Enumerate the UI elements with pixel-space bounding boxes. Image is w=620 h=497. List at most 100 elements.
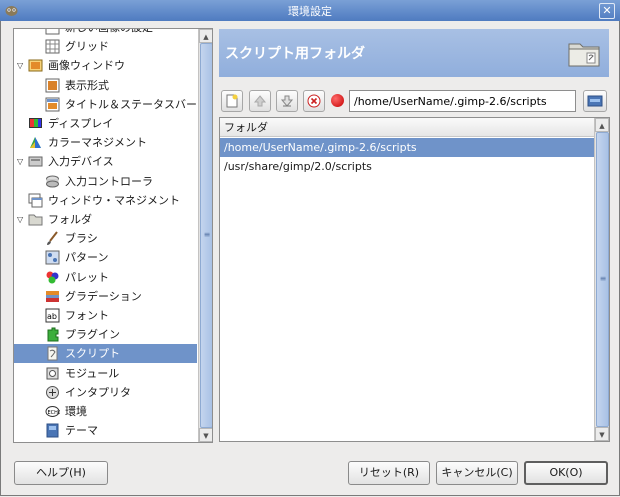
- open-folder-icon: [587, 95, 603, 107]
- tree-item-label: フォント: [65, 309, 109, 322]
- scripts-folder-icon: [568, 43, 600, 67]
- tree-item-input-controllers[interactable]: 入力コントローラ: [14, 172, 197, 191]
- tree-item-label: カラーマネジメント: [48, 136, 147, 150]
- tree-scrollbar-thumb[interactable]: ≡: [200, 43, 212, 428]
- cancel-button[interactable]: キャンセル(C): [436, 461, 518, 485]
- scroll-down-icon[interactable]: ▼: [595, 427, 609, 441]
- font-icon: ab: [45, 308, 60, 323]
- tree-item-label: ディスプレイ: [48, 117, 114, 130]
- tree-item-grid[interactable]: グリッド: [14, 37, 197, 56]
- tree-item-label: グリッド: [65, 40, 109, 54]
- close-window-button[interactable]: ✕: [599, 3, 615, 19]
- browse-folder-button[interactable]: [583, 90, 607, 112]
- tree-item-pattern[interactable]: パターン: [14, 248, 197, 267]
- tree-item-interpreter[interactable]: インタプリタ: [14, 383, 197, 402]
- tree-item-color-management[interactable]: カラーマネジメント: [14, 133, 197, 152]
- script-icon: [47, 346, 58, 361]
- folder-list-row[interactable]: /usr/share/gimp/2.0/scripts: [220, 157, 594, 176]
- expander-icon[interactable]: ▽: [17, 56, 27, 75]
- tree-item-brush[interactable]: ブラシ: [14, 229, 197, 248]
- scroll-up-icon[interactable]: ▲: [199, 29, 212, 43]
- scroll-grip-icon: ≡: [203, 229, 211, 239]
- display-icon: [29, 118, 42, 128]
- tree-item-image-template[interactable]: 新しい画像の設定: [14, 29, 197, 37]
- tree-item-image-window[interactable]: ▽ 画像ウィンドウ: [14, 56, 197, 75]
- new-document-icon: [226, 94, 238, 108]
- pattern-icon: [45, 250, 60, 265]
- expander-icon[interactable]: ▽: [17, 210, 27, 229]
- gradient-icon: [46, 290, 59, 302]
- tree-scrollbar[interactable]: ▲ ≡ ▼: [198, 29, 212, 442]
- tree-item-label: 環境: [65, 405, 87, 418]
- list-scrollbar[interactable]: ▲ ≡ ▼: [594, 118, 609, 441]
- tree-item-gradient[interactable]: グラデーション: [14, 287, 197, 306]
- brush-icon: [47, 231, 58, 246]
- input-devices-icon: [28, 156, 43, 167]
- tree-item-folders[interactable]: ▽ フォルダ: [14, 210, 197, 229]
- appearance-icon: [45, 78, 60, 93]
- folder-list-row[interactable]: /home/UserName/.gimp-2.6/scripts: [220, 138, 594, 157]
- tree-item-theme[interactable]: テーマ: [14, 421, 197, 440]
- tree-item-label: 画像ウィンドウ: [48, 59, 125, 73]
- scroll-up-icon[interactable]: ▲: [595, 118, 609, 132]
- tree-item-label: ウィンドウ・マネジメント: [48, 193, 180, 207]
- tree-item-label: グラデーション: [65, 289, 142, 303]
- tree-item-module[interactable]: モジュール: [14, 364, 197, 383]
- tree-item-label: 入力デバイス: [48, 155, 114, 169]
- tree-item-label: タイトル＆ステータスバー: [65, 97, 197, 111]
- move-down-button[interactable]: [276, 90, 298, 112]
- column-header-folder[interactable]: フォルダ: [220, 118, 594, 137]
- reset-button[interactable]: リセット(R): [348, 461, 430, 485]
- tree-item-label: インタプリタ: [65, 385, 131, 399]
- input-controllers-icon: [46, 175, 59, 188]
- environment-icon: ECHO: [45, 406, 60, 417]
- new-folder-button[interactable]: [221, 90, 243, 112]
- tree-item-appearance[interactable]: 表示形式: [14, 76, 197, 95]
- tree-item-label: プラグイン: [65, 328, 120, 342]
- arrow-down-icon: [280, 95, 294, 107]
- expander-icon[interactable]: ▽: [17, 152, 27, 171]
- folder-list: フォルダ /home/UserName/.gimp-2.6/scripts/us…: [219, 117, 610, 442]
- tree-item-label: モジュール: [65, 366, 120, 380]
- ok-button[interactable]: OK(O): [524, 461, 608, 485]
- tree-item-label: ブラシ: [65, 232, 98, 246]
- tree-item-palette[interactable]: パレット: [14, 268, 197, 287]
- tree-item-input-devices[interactable]: ▽ 入力デバイス: [14, 152, 197, 171]
- svg-text:ab: ab: [47, 312, 57, 321]
- tree-item-label: フォルダ: [48, 213, 92, 226]
- tree-item-display[interactable]: ディスプレイ: [14, 114, 197, 133]
- tree-item-window-management[interactable]: ウィンドウ・マネジメント: [14, 191, 197, 210]
- category-tree-list: 新しい画像の設定グリッド ▽ 画像ウィンドウ表示形式タイトル＆ステータスバーディスプ…: [14, 29, 197, 442]
- tree-item-title-status[interactable]: タイトル＆ステータスバー: [14, 95, 197, 114]
- grid-icon: [45, 39, 60, 54]
- tree-item-label: 表示形式: [65, 78, 109, 92]
- tree-item-label: 入力コントローラ: [65, 174, 153, 188]
- tree-item-label: パターン: [65, 251, 109, 265]
- scroll-grip-icon: ≡: [599, 273, 607, 283]
- color-management-icon: [30, 137, 41, 149]
- scroll-down-icon[interactable]: ▼: [199, 428, 212, 442]
- tree-item-label: テーマ: [65, 424, 98, 438]
- close-icon: ✕: [602, 4, 612, 17]
- arrow-up-icon: [253, 95, 267, 107]
- delete-icon: [307, 94, 321, 108]
- tree-item-script[interactable]: スクリプト: [14, 344, 197, 364]
- page-header: スクリプト用フォルダ: [219, 29, 609, 77]
- window-management-icon: [28, 193, 43, 208]
- folder-path-input[interactable]: [349, 90, 576, 112]
- page-title: スクリプト用フォルダ: [225, 46, 365, 62]
- tree-item-plugin[interactable]: プラグイン: [14, 325, 197, 344]
- tree-item-font[interactable]: ab フォント: [14, 306, 197, 325]
- plugin-icon: [47, 327, 59, 342]
- category-tree: 新しい画像の設定グリッド ▽ 画像ウィンドウ表示形式タイトル＆ステータスバーディスプ…: [13, 28, 213, 443]
- help-button[interactable]: ヘルプ(H): [14, 461, 108, 485]
- interpreter-icon: [46, 385, 59, 399]
- move-up-button[interactable]: [249, 90, 271, 112]
- delete-folder-button[interactable]: [303, 90, 325, 112]
- title-bar[interactable]: 環境設定 ✕: [0, 0, 620, 22]
- tree-item-environment[interactable]: ECHO 環境: [14, 402, 197, 421]
- theme-icon: [46, 423, 59, 438]
- list-scrollbar-thumb[interactable]: ≡: [596, 132, 609, 427]
- tree-item-label: パレット: [65, 270, 109, 284]
- title-status-icon: [45, 97, 60, 112]
